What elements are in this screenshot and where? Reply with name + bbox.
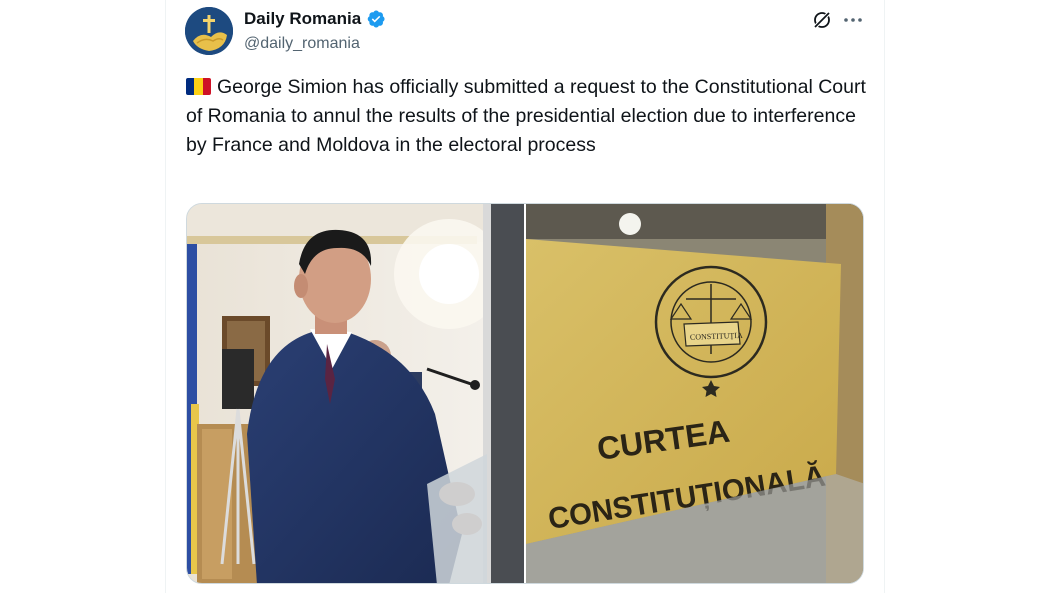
cross-avatar-icon xyxy=(185,7,233,55)
author-handle[interactable]: @daily_romania xyxy=(244,35,360,53)
photo-court-sign[interactable]: CONSTITUȚIA CURTEA CONSTITUȚIONALĂ xyxy=(526,204,864,584)
timeline-border-right xyxy=(884,0,885,593)
author-avatar[interactable] xyxy=(185,7,233,55)
romania-flag-icon xyxy=(186,78,211,95)
more-options-icon[interactable] xyxy=(842,9,864,31)
grok-icon[interactable] xyxy=(811,9,833,31)
verified-badge-icon[interactable] xyxy=(366,9,386,29)
tweet-body: George Simion has officially submitted a… xyxy=(186,76,866,156)
tweet-text: George Simion has officially submitted a… xyxy=(186,73,866,160)
author-name-row[interactable]: Daily Romania xyxy=(244,9,386,29)
author-display-name[interactable]: Daily Romania xyxy=(244,9,361,29)
timeline-border-left xyxy=(165,0,166,593)
photo-simion-at-podium[interactable] xyxy=(187,204,524,584)
tweet-media[interactable]: CONSTITUȚIA CURTEA CONSTITUȚIONALĂ xyxy=(186,203,864,584)
